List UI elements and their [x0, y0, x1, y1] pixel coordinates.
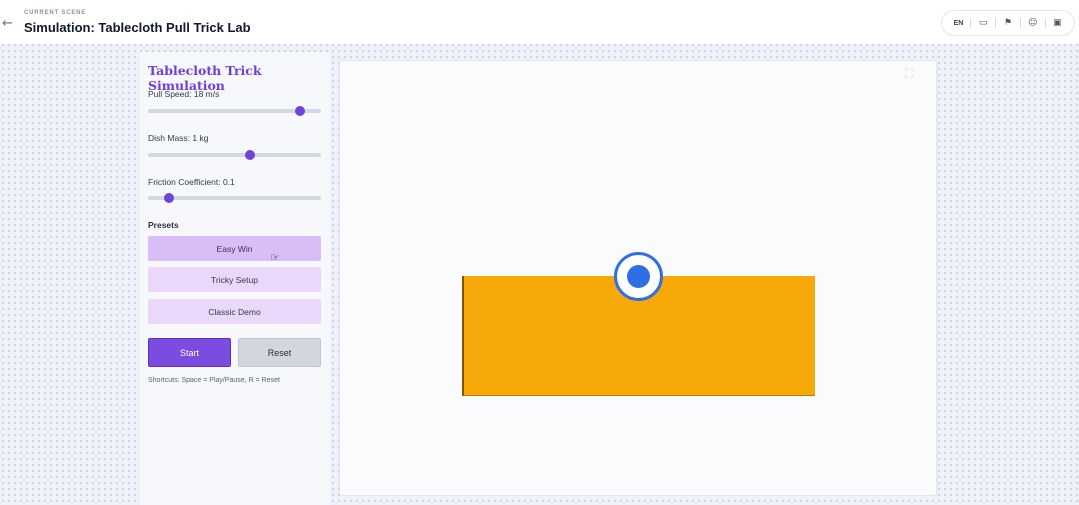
divider	[1019, 18, 1021, 28]
presets-heading: Presets	[148, 220, 179, 230]
dish	[614, 252, 663, 301]
back-arrow-icon[interactable]: ←	[2, 16, 13, 31]
preset-easy-win-button[interactable]: Easy Win	[148, 236, 321, 261]
pull-speed-slider[interactable]	[148, 106, 321, 116]
language-button[interactable]: EN	[949, 14, 967, 32]
pull-speed-slider-thumb[interactable]	[295, 106, 306, 116]
shortcuts-hint: Shortcuts: Space = Play/Pause, R = Reset	[148, 377, 280, 384]
header-toolbar: EN ▭ ⚑ ☺ ▣	[941, 10, 1075, 36]
monitor-icon[interactable]: ▭	[974, 14, 992, 32]
preset-tricky-setup-button[interactable]: Tricky Setup	[148, 267, 321, 292]
page-title: Simulation: Tablecloth Pull Trick Lab	[24, 20, 251, 35]
simulation-canvas[interactable]: ⛶	[339, 60, 937, 496]
pointer-cursor-icon: ☞	[270, 251, 280, 264]
friction-slider[interactable]	[148, 193, 321, 203]
preset-classic-demo-button[interactable]: Classic Demo	[148, 299, 321, 324]
expand-icon[interactable]: ⛶	[905, 66, 913, 81]
divider	[1044, 18, 1046, 28]
divider	[995, 18, 997, 28]
friction-slider-thumb[interactable]	[163, 193, 174, 203]
reset-button[interactable]: Reset	[238, 338, 321, 367]
bookmark-icon[interactable]: ▣	[1048, 14, 1066, 32]
dish-center	[627, 265, 650, 288]
control-panel: Tablecloth Trick Simulation Pull Speed: …	[140, 52, 330, 505]
divider	[970, 18, 972, 28]
dish-mass-slider-thumb[interactable]	[245, 150, 256, 160]
start-button[interactable]: Start	[148, 338, 231, 367]
user-icon[interactable]: ☺	[1024, 14, 1042, 32]
top-header: ← CURRENT SCENE Simulation: Tablecloth P…	[0, 0, 1079, 44]
dish-mass-label: Dish Mass: 1 kg	[148, 133, 209, 143]
scene-kicker: CURRENT SCENE	[24, 10, 87, 16]
pull-speed-label: Pull Speed: 18 m/s	[148, 89, 220, 99]
feedback-icon[interactable]: ⚑	[999, 14, 1017, 32]
friction-label: Friction Coefficient: 0.1	[148, 177, 235, 187]
dish-mass-slider[interactable]	[148, 150, 321, 160]
